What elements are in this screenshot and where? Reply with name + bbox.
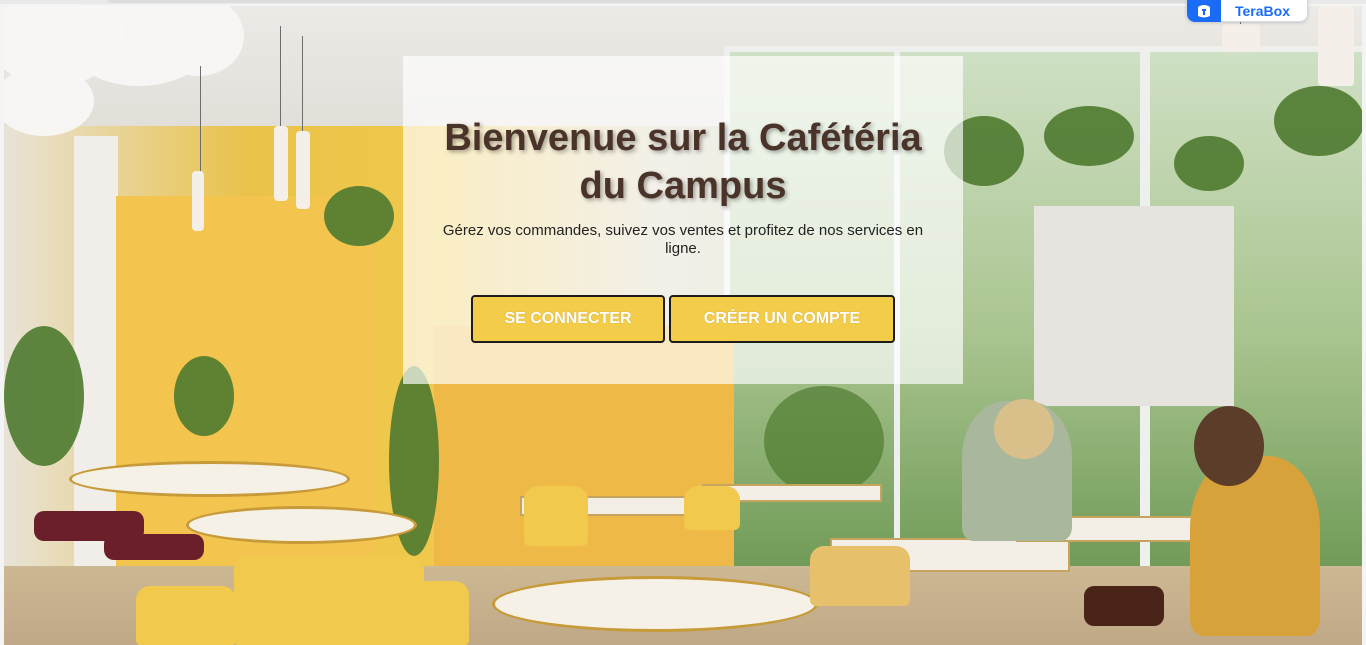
burgundy-chair xyxy=(1084,586,1164,626)
round-table xyxy=(492,576,818,632)
yellow-chair xyxy=(234,556,424,645)
terabox-extension-badge[interactable]: TeraBox xyxy=(1186,0,1308,22)
outdoor-tree xyxy=(764,386,884,496)
browser-top-strip xyxy=(0,0,1366,4)
floor-plant xyxy=(174,356,234,436)
yellow-chair xyxy=(524,486,588,546)
yellow-chair xyxy=(810,546,910,606)
lamp-cord xyxy=(200,66,201,176)
pendant-lamp xyxy=(296,131,310,209)
yellow-chair xyxy=(684,486,740,530)
page: Bienvenue sur la Cafétéria du Campus Gér… xyxy=(0,0,1366,645)
tab-edge xyxy=(108,0,1198,3)
hanging-plant xyxy=(324,186,394,246)
pendant-lamp xyxy=(274,126,288,201)
hanging-plant xyxy=(1044,106,1134,166)
page-subtitle: Gérez vos commandes, suivez vos ventes e… xyxy=(442,222,924,257)
hanging-plant xyxy=(1174,136,1244,191)
burgundy-chair xyxy=(104,534,204,560)
login-button[interactable]: SE CONNECTER xyxy=(471,295,665,343)
round-table xyxy=(186,506,417,544)
seated-woman xyxy=(1190,456,1320,636)
building-outside xyxy=(1034,206,1234,406)
page-title: Bienvenue sur la Cafétéria du Campus xyxy=(444,117,922,207)
pendant-lamp xyxy=(192,171,204,231)
terabox-icon xyxy=(1187,0,1221,22)
hanging-plant xyxy=(1274,86,1362,156)
lamp-cord xyxy=(302,36,303,131)
create-account-button[interactable]: CRÉER UN COMPTE xyxy=(669,295,895,343)
terabox-logo-glyph xyxy=(1198,4,1210,17)
welcome-card: Bienvenue sur la Cafétéria du Campus Gér… xyxy=(403,56,963,384)
lamp-cord xyxy=(280,26,281,126)
seated-woman-hair xyxy=(1194,406,1264,486)
pendant-lamp xyxy=(1222,24,1260,52)
round-table xyxy=(69,461,350,497)
yellow-chair xyxy=(136,586,236,645)
floor-plant xyxy=(4,326,84,466)
seated-woman-hair xyxy=(994,399,1054,459)
terabox-label: TeraBox xyxy=(1235,2,1290,19)
auth-actions: SE CONNECTER CRÉER UN COMPTE xyxy=(471,295,895,343)
yellow-chair xyxy=(409,581,469,645)
pendant-lamp xyxy=(1318,6,1354,86)
